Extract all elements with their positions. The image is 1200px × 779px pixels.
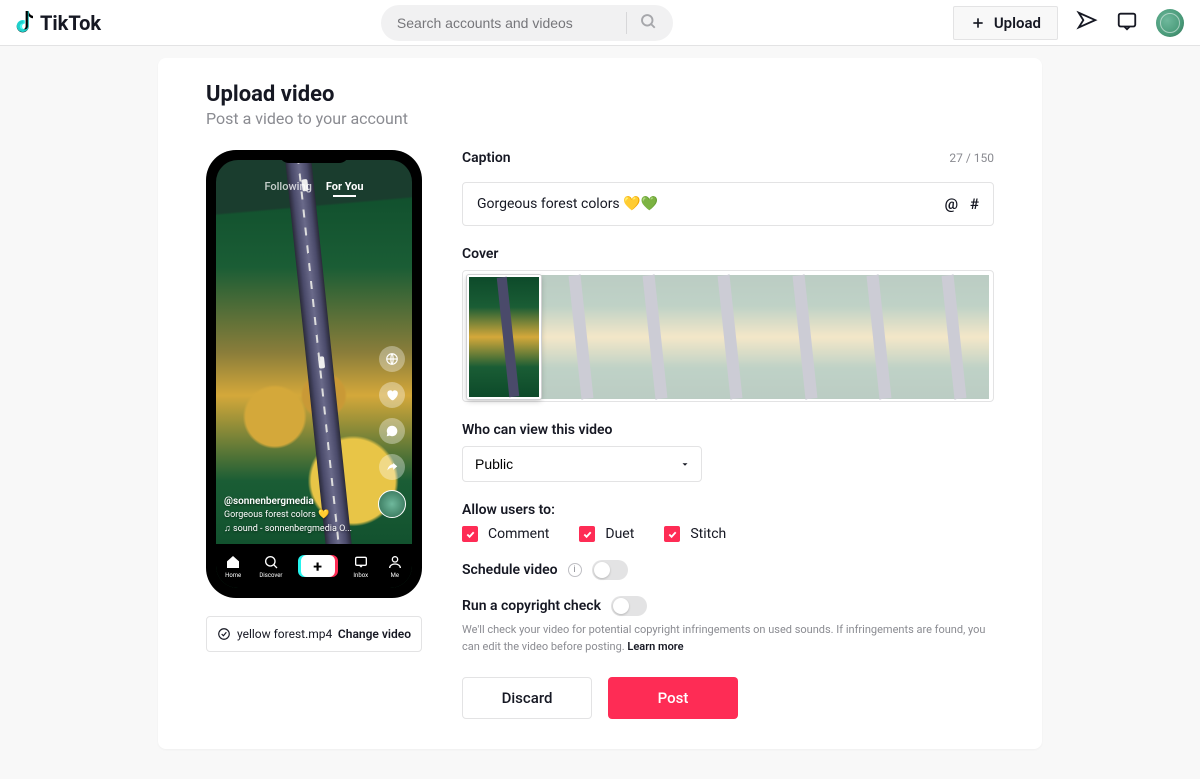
page-body: Upload video Post a video to your accoun…	[0, 46, 1200, 779]
preview-meta: @sonnenbergmedia Gorgeous forest colors …	[224, 494, 372, 536]
cover-frame[interactable]	[765, 275, 840, 399]
copyright-label: Run a copyright check	[462, 598, 601, 614]
home-icon	[225, 554, 241, 570]
cover-frame[interactable]	[840, 275, 915, 399]
learn-more-link[interactable]: Learn more	[627, 640, 683, 653]
upload-button-label: Upload	[994, 14, 1041, 32]
inbox-nav-icon	[353, 554, 369, 570]
cover-frame[interactable]	[616, 275, 691, 399]
plus-icon	[970, 15, 986, 31]
tiktok-logo[interactable]: TikTok	[16, 11, 101, 35]
page-subtitle: Post a video to your account	[206, 109, 994, 128]
nav-me: Me	[387, 554, 403, 579]
caption-label: Caption	[462, 150, 511, 166]
checkbox-checked-icon	[664, 526, 680, 542]
brand-text: TikTok	[40, 11, 101, 35]
sound-avatar-icon	[378, 490, 406, 518]
upload-card: Upload video Post a video to your accoun…	[158, 58, 1042, 749]
nav-home: Home	[225, 554, 241, 579]
allow-comment-checkbox[interactable]: Comment	[462, 526, 549, 542]
mention-button[interactable]: @	[945, 195, 958, 213]
search-container	[101, 5, 953, 41]
preview-tab-following: Following	[264, 180, 311, 193]
phone-preview: Following For You @sonnenbergmedia	[206, 150, 422, 598]
visibility-select[interactable]: Public	[462, 446, 702, 482]
user-icon	[387, 554, 403, 570]
app-header: TikTok Upload	[0, 0, 1200, 46]
caption-input[interactable]: Gorgeous forest colors 💛💚 @ #	[462, 182, 994, 226]
search-icon[interactable]	[639, 12, 657, 34]
avatar[interactable]	[1156, 9, 1184, 37]
preview-tab-foryou: For You	[326, 180, 364, 193]
visibility-label: Who can view this video	[462, 422, 994, 438]
heart-icon	[379, 382, 405, 408]
checkbox-checked-icon	[579, 526, 595, 542]
cover-frame[interactable]	[541, 275, 616, 399]
change-video-button[interactable]: Change video	[338, 627, 411, 641]
check-circle-icon	[217, 627, 231, 641]
file-row: yellow forest.mp4 Change video	[206, 616, 422, 652]
copyright-toggle[interactable]	[611, 596, 647, 616]
copyright-helper: We'll check your video for potential cop…	[462, 622, 994, 655]
preview-sound: ♫ sound - sonnenbergmedia O...	[224, 523, 372, 537]
preview-tabs: Following For You	[216, 180, 412, 193]
page-title: Upload video	[206, 82, 994, 107]
preview-side-dock	[378, 346, 406, 518]
hashtag-button[interactable]: #	[970, 195, 979, 213]
preview-bottom-nav: Home Discover + Inbox Me	[216, 544, 412, 588]
globe-icon	[379, 346, 405, 372]
caption-text: Gorgeous forest colors 💛💚	[477, 196, 945, 212]
inbox-icon[interactable]	[1116, 10, 1138, 36]
form-column: Caption 27 / 150 Gorgeous forest colors …	[462, 150, 994, 719]
upload-button[interactable]: Upload	[953, 6, 1058, 40]
cover-frame[interactable]	[690, 275, 765, 399]
info-icon[interactable]: i	[568, 563, 582, 577]
schedule-label: Schedule video	[462, 562, 558, 578]
cover-frame-selected[interactable]	[467, 275, 541, 399]
cover-frame[interactable]	[914, 275, 989, 399]
caption-char-count: 27 / 150	[949, 151, 994, 165]
header-actions: Upload	[953, 6, 1184, 40]
schedule-toggle[interactable]	[592, 560, 628, 580]
search-box[interactable]	[381, 5, 673, 41]
allow-stitch-checkbox[interactable]: Stitch	[664, 526, 726, 542]
checkbox-checked-icon	[462, 526, 478, 542]
preview-username: @sonnenbergmedia	[224, 494, 372, 509]
post-button[interactable]: Post	[608, 677, 738, 719]
search-input[interactable]	[397, 15, 620, 31]
comment-icon	[379, 418, 405, 444]
cover-label: Cover	[462, 246, 994, 262]
send-icon[interactable]	[1076, 10, 1098, 36]
nav-discover: Discover	[259, 554, 282, 579]
nav-inbox: Inbox	[353, 554, 369, 579]
tiktok-note-icon	[16, 11, 38, 35]
preview-column: Following For You @sonnenbergmedia	[206, 150, 422, 719]
search-divider	[626, 12, 627, 34]
preview-caption: Gorgeous forest colors 💛	[224, 509, 372, 523]
cover-selector[interactable]	[462, 270, 994, 402]
file-name: yellow forest.mp4	[237, 627, 332, 641]
allow-duet-checkbox[interactable]: Duet	[579, 526, 634, 542]
phone-screen: Following For You @sonnenbergmedia	[216, 160, 412, 588]
search-icon	[263, 554, 279, 570]
share-icon	[379, 454, 405, 480]
nav-create: +	[301, 555, 335, 577]
discard-button[interactable]: Discard	[462, 677, 592, 719]
allow-label: Allow users to:	[462, 502, 994, 518]
